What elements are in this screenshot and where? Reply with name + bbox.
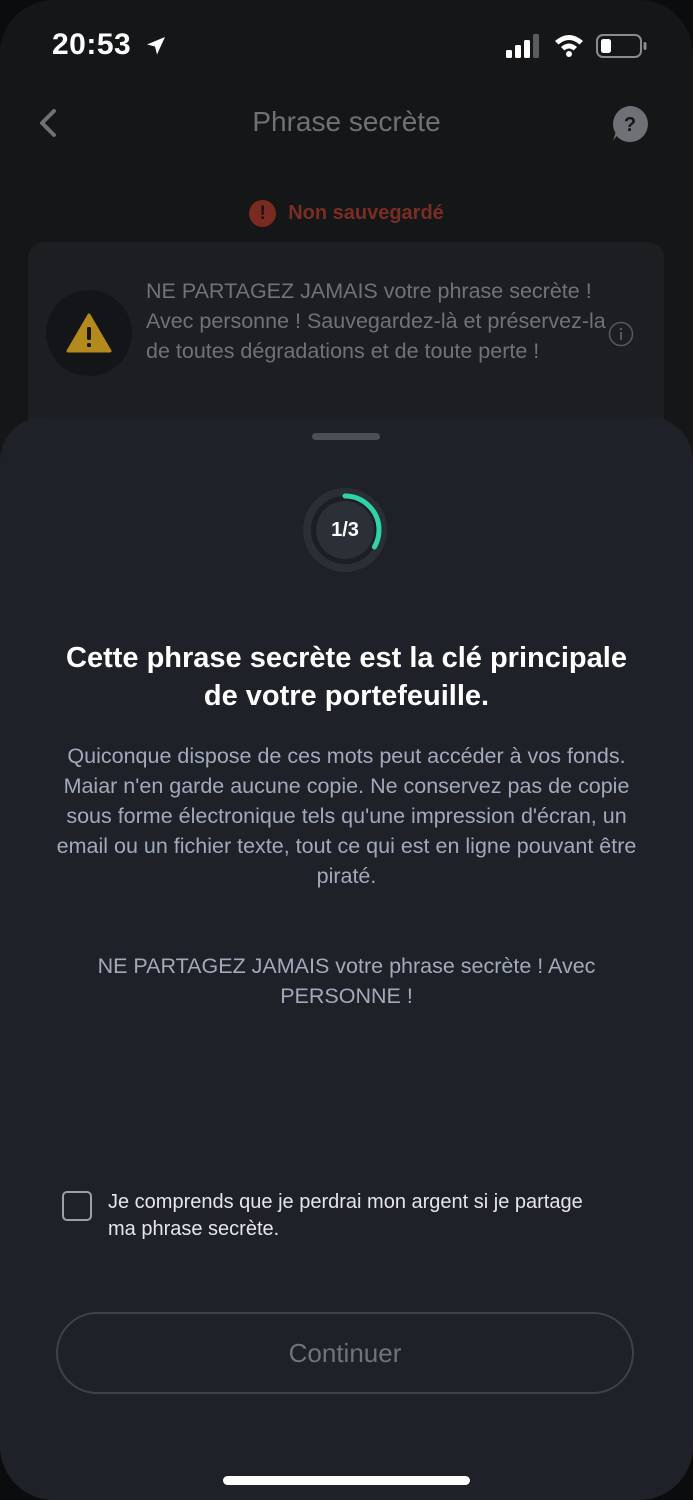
warning-text: NE PARTAGEZ JAMAIS votre phrase secrète … xyxy=(146,279,606,363)
sheet-handle[interactable] xyxy=(312,433,380,440)
alert-icon: ! xyxy=(249,200,277,227)
status-time: 20:53 xyxy=(52,28,132,61)
wifi-icon xyxy=(554,33,584,62)
agreement-checkbox[interactable] xyxy=(62,1191,92,1221)
warning-triangle-icon xyxy=(66,313,112,353)
warning-icon-container xyxy=(46,290,132,376)
sheet-title: Cette phrase secrète est la clé principa… xyxy=(66,642,627,712)
info-icon[interactable] xyxy=(608,321,634,352)
status-badge-text: Non sauvegardé xyxy=(288,202,444,224)
status-badge: ! Non sauvegardé xyxy=(0,200,693,227)
warning-card: NE PARTAGEZ JAMAIS votre phrase secrète … xyxy=(28,242,664,442)
progress-label: 1/3 xyxy=(331,518,359,541)
page-title: Phrase secrète xyxy=(252,106,441,137)
location-arrow-icon xyxy=(144,34,168,63)
battery-icon xyxy=(596,34,648,63)
agreement-label[interactable]: Je comprends que je perdrai mon argent s… xyxy=(108,1189,588,1243)
sheet-description: Quiconque dispose de ces mots peut accéd… xyxy=(56,744,637,888)
signal-icon xyxy=(506,34,542,63)
bottom-sheet: 1/3 Cette phrase secrète est la clé prin… xyxy=(0,417,693,1500)
sheet-warning: NE PARTAGEZ JAMAIS votre phrase secrète … xyxy=(97,954,596,1008)
phone-screen: 20:53 Phrase secrète ? ! Non sauvegardé … xyxy=(0,0,693,1500)
continue-button[interactable]: Continuer xyxy=(56,1312,634,1394)
help-bubble-icon[interactable]: ? xyxy=(610,104,650,149)
home-indicator[interactable] xyxy=(223,1476,470,1485)
svg-text:?: ? xyxy=(624,114,636,136)
